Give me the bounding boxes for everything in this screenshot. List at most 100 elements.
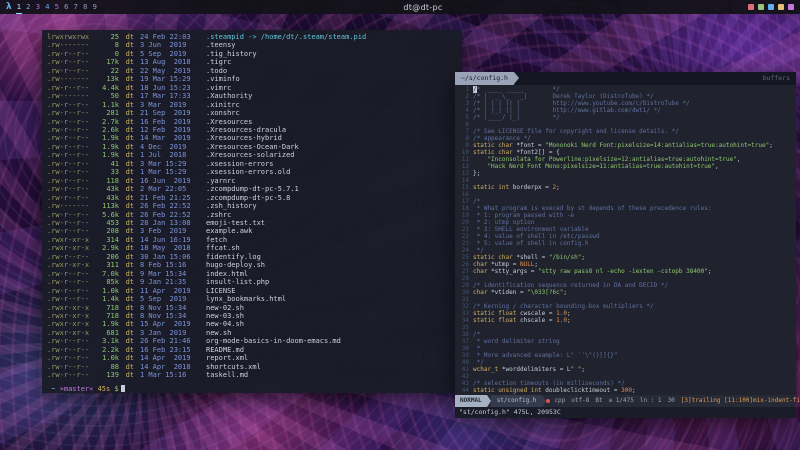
code-token: chscale =: [520, 317, 556, 324]
workspace-5[interactable]: 5: [54, 1, 60, 14]
line-number: 33: [455, 310, 469, 317]
file-size: 13k: [93, 75, 119, 83]
status-segment: ≡ 1/475: [607, 395, 636, 407]
code-token: "stty raw pass8 nl -echo -iexten -cstopb…: [538, 268, 708, 275]
file-permissions: .rw-r--r--: [47, 346, 93, 354]
file-owner: dt: [119, 287, 134, 295]
shell-prompt[interactable]: ~ »master« 45s $: [47, 385, 457, 393]
file-name: fetch: [206, 236, 227, 244]
file-owner: dt: [119, 202, 134, 210]
file-row: .rwxr-xr-x314dt14 Jun 16:19fetch: [47, 236, 457, 244]
file-row: .rw-r--r--2.2kdt16 Feb 23:15README.md: [47, 346, 457, 354]
workspace-4[interactable]: 4: [44, 1, 50, 14]
workspace-8[interactable]: 8: [82, 1, 88, 14]
file-date: 14 Jun 16:19: [140, 236, 206, 244]
editor-window[interactable]: ~/s/config.h buffers 1/* ____ _____ */2/…: [455, 72, 796, 418]
code-token: doubleclicktimeout =: [545, 387, 621, 394]
code-area[interactable]: 1/* ____ _____ */2/* | _ \_ _| Derek Tay…: [455, 85, 796, 395]
code-token: /*: [473, 331, 480, 338]
file-owner: dt: [119, 134, 134, 142]
line-number: 28: [455, 275, 469, 282]
symlink-target: -> /home/dt/.steam/steam.pid: [244, 33, 366, 41]
file-size: 281: [93, 109, 119, 117]
code-token: * 3: SHELL environment variable: [473, 226, 589, 233]
file-row: .rw-r--r--1.0kdt14 Apr 2019report.xml: [47, 354, 457, 362]
tray-icon-5[interactable]: [788, 4, 794, 10]
file-size: 50: [93, 92, 119, 100]
file-date: 8 Nov 15:34: [140, 304, 206, 312]
file-permissions: .rw-r--r--: [47, 134, 93, 142]
line-number: 30: [455, 289, 469, 296]
file-name: .Xresources-dracula: [206, 126, 286, 134]
line-number: 2: [455, 93, 469, 100]
tray-icon-4[interactable]: [778, 4, 784, 10]
code-token: ,: [737, 156, 741, 163]
line-number: 8: [455, 135, 469, 142]
workspace-7[interactable]: 7: [73, 1, 79, 14]
file-owner: dt: [119, 160, 134, 168]
file-date: 8 Feb 15:16: [140, 261, 206, 269]
file-owner: dt: [119, 219, 134, 227]
code-token: static int: [473, 184, 513, 191]
code-token: ;: [556, 184, 560, 191]
file-row: .rw-r--r--208dt3 Feb 2019example.awk: [47, 227, 457, 235]
file-owner: dt: [119, 58, 134, 66]
code-line: 22 * 4: value of shell in /etc/passwd: [455, 233, 796, 240]
terminal-window[interactable]: lrwxrwxrwx25dt24 Feb 22:03.steampid -> /…: [42, 30, 462, 393]
file-owner: dt: [119, 304, 134, 312]
file-size: 33: [93, 168, 119, 176]
code-token: *font2[] = {: [516, 149, 559, 156]
code-line: 34static float chscale = 1.0;: [455, 317, 796, 324]
file-permissions: .rw-------: [47, 92, 93, 100]
file-name: insult-list.php: [206, 278, 269, 286]
workspace-2[interactable]: 2: [25, 1, 31, 14]
vim-command-line[interactable]: "st/config.h" 475L, 20953C: [455, 407, 796, 418]
file-date: 16 Feb 23:15: [140, 346, 206, 354]
prompt-part: »master«: [60, 385, 98, 393]
file-owner: dt: [119, 337, 134, 345]
file-owner: dt: [119, 320, 134, 328]
file-name: .xsession-errors: [206, 160, 273, 168]
file-permissions: .rwxr-xr-x: [47, 236, 93, 244]
file-date: 16 Feb 2019: [140, 118, 206, 126]
workspace-6[interactable]: 6: [63, 1, 69, 14]
file-name: .zsh_history: [206, 202, 257, 210]
code-token: char: [473, 289, 491, 296]
file-size: 43k: [93, 194, 119, 202]
file-permissions: .rw-r--r--: [47, 126, 93, 134]
file-size: 0: [93, 50, 119, 58]
file-row: .rwxr-xr-x311dt8 Feb 15:16hugo-deploy.sh: [47, 261, 457, 269]
file-date: 2 Mar 22:05: [140, 185, 206, 193]
code-token: cwscale =: [520, 310, 556, 317]
code-token: static float: [473, 310, 520, 317]
file-permissions: .rwxr-xr-x: [47, 329, 93, 337]
terminal-cursor: [121, 385, 125, 392]
code-token: ,: [715, 163, 719, 170]
code-token: *: [473, 345, 480, 352]
code-token: * word delimiter string: [473, 338, 560, 345]
line-number: 38: [455, 345, 469, 352]
code-token: static char: [473, 142, 516, 149]
code-line: 19 * 1: program passed with -e: [455, 212, 796, 219]
workspace-3[interactable]: 3: [35, 1, 41, 14]
file-size: 88: [93, 363, 119, 371]
file-date: 5 Sep 2019: [140, 295, 206, 303]
file-name: LICENSE: [206, 287, 236, 295]
tab-config-h[interactable]: ~/s/config.h: [455, 72, 514, 85]
file-owner: dt: [119, 371, 134, 379]
file-size: 718: [93, 312, 119, 320]
file-owner: dt: [119, 270, 134, 278]
code-token: NULL: [520, 261, 534, 268]
tray-icon-1[interactable]: [748, 4, 754, 10]
code-line: 18 * What program is execed by st depend…: [455, 205, 796, 212]
line-number: 4: [455, 107, 469, 114]
file-date: 11 Apr 2019: [140, 287, 206, 295]
line-number: 16: [455, 191, 469, 198]
tray-icon-3[interactable]: [768, 4, 774, 10]
tray-icon-2[interactable]: [758, 4, 764, 10]
file-size: 206: [93, 253, 119, 261]
code-token: "Hack Nerd Font Mono:pixelsize=11:antial…: [473, 163, 715, 170]
file-permissions: .rwxr-xr-x: [47, 312, 93, 320]
workspace-1[interactable]: 1: [16, 1, 22, 14]
vim-tabline: ~/s/config.h buffers: [455, 72, 796, 85]
